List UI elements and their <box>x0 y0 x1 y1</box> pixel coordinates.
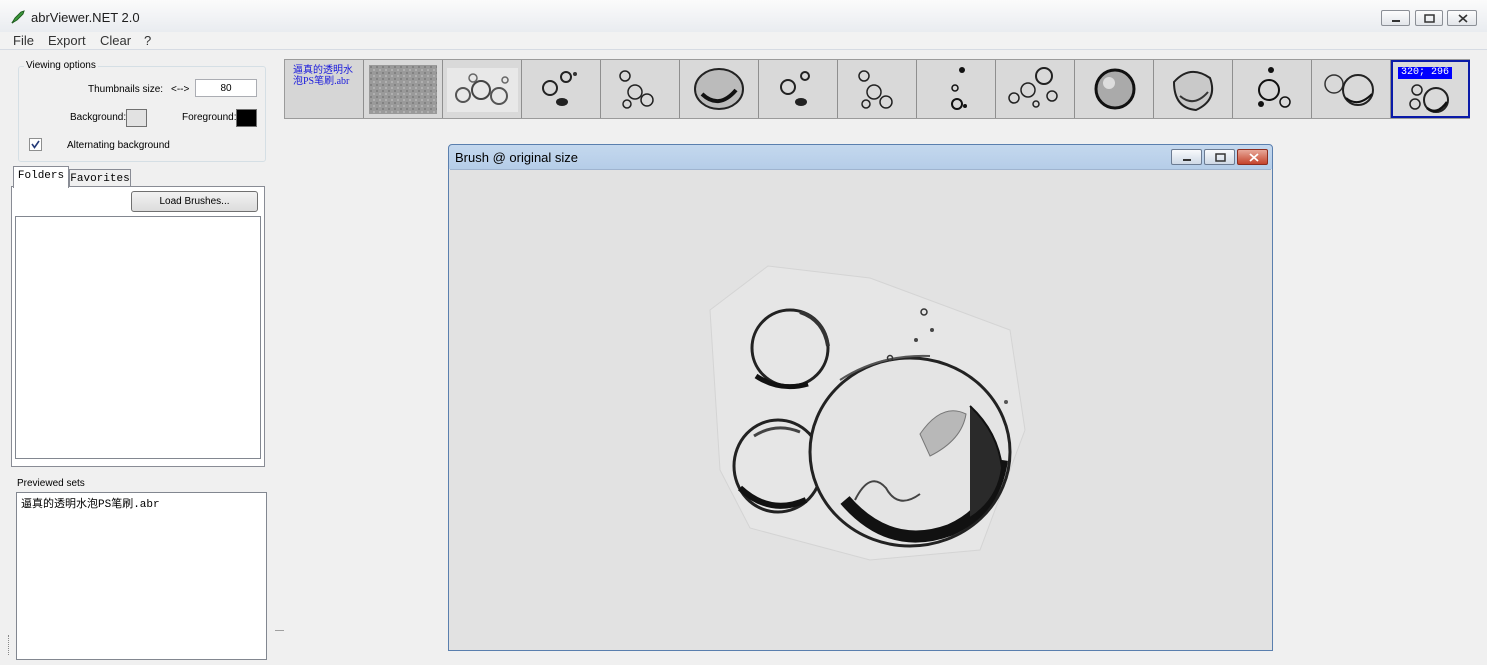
restore-icon <box>1424 14 1435 23</box>
thumb-size-arrows: <--> <box>171 84 190 95</box>
brush-preview <box>447 68 518 112</box>
thumbnail-brush-9[interactable] <box>996 60 1075 118</box>
thumbnail-brush-11[interactable] <box>1154 60 1233 118</box>
thumbnail-strip: 逼真的透明水泡PS笔刷.abr 320; 296 <box>284 59 1470 119</box>
alternating-background-checkbox[interactable] <box>29 138 42 151</box>
thumb-size-label: Thumbnails size: <box>88 84 164 95</box>
brush-size-badge: 320; 296 <box>1398 67 1453 79</box>
foreground-color-swatch[interactable] <box>236 109 257 127</box>
splitter-dots <box>8 635 10 655</box>
brush-preview-window: Brush @ original size <box>448 144 1273 651</box>
restore-icon <box>1215 153 1226 162</box>
menu-help[interactable]: ? <box>144 33 151 48</box>
thumbnail-brush-8[interactable] <box>917 60 996 118</box>
background-color-swatch[interactable] <box>126 109 147 127</box>
menu-export[interactable]: Export <box>48 33 86 48</box>
menu-clear[interactable]: Clear <box>100 33 131 48</box>
thumbnail-set-name[interactable]: 逼真的透明水泡PS笔刷.abr <box>285 60 364 118</box>
brush-canvas <box>450 169 1271 650</box>
background-label: Background: <box>70 112 127 123</box>
thumbnail-brush-6[interactable] <box>759 60 838 118</box>
brush-preview <box>951 67 967 110</box>
thumbnail-brush-1[interactable] <box>364 60 443 118</box>
brush-preview <box>369 65 437 114</box>
brush-preview <box>694 68 744 110</box>
tab-folders[interactable]: Folders <box>13 166 69 188</box>
brush-preview <box>542 71 577 106</box>
folders-list[interactable] <box>15 216 261 459</box>
menu-bar: File Export Clear ? <box>0 32 1487 50</box>
close-icon <box>1249 153 1259 162</box>
set-name-label: 逼真的透明水泡PS笔刷.abr <box>293 65 353 87</box>
viewing-options-title: Viewing options <box>24 60 98 71</box>
brush-preview <box>780 71 810 106</box>
splitter-mark <box>275 630 284 631</box>
thumbnail-brush-3[interactable] <box>522 60 601 118</box>
close-icon <box>1458 14 1468 23</box>
thumb-size-input[interactable] <box>195 79 257 97</box>
thumbnail-brush-selected[interactable]: 320; 296 <box>1391 60 1470 118</box>
thumbnail-brush-7[interactable] <box>838 60 917 118</box>
maximize-button[interactable] <box>1415 10 1443 26</box>
brush-window-title: Brush @ original size <box>455 150 579 165</box>
previewed-sets-title: Previewed sets <box>17 478 85 489</box>
pen-icon <box>11 10 25 24</box>
brush-preview <box>1172 71 1214 112</box>
thumbnail-brush-4[interactable] <box>601 60 680 118</box>
minimize-icon <box>1183 159 1191 161</box>
thumbnail-brush-12[interactable] <box>1233 60 1312 118</box>
list-item[interactable]: 逼真的透明水泡PS笔刷.abr <box>21 495 160 511</box>
brush-preview <box>1324 74 1374 106</box>
foreground-label: Foreground: <box>182 112 237 123</box>
brush-preview <box>1094 68 1136 110</box>
title-bar: abrViewer.NET 2.0 <box>0 0 1487 33</box>
thumbnail-brush-5[interactable] <box>680 60 759 118</box>
minimize-icon <box>1392 20 1400 22</box>
minimize-button[interactable] <box>1381 10 1410 26</box>
thumbnail-brush-2[interactable] <box>443 60 522 118</box>
alternating-background-label: Alternating background <box>67 140 170 151</box>
close-button[interactable] <box>1447 10 1477 26</box>
brush-preview <box>858 70 893 109</box>
thumbnail-brush-10[interactable] <box>1075 60 1154 118</box>
brush-window-maximize-button[interactable] <box>1204 149 1235 165</box>
load-brushes-button[interactable]: Load Brushes... <box>131 191 258 212</box>
menu-file[interactable]: File <box>13 33 34 48</box>
brush-preview <box>1008 67 1058 108</box>
thumbnail-brush-13[interactable] <box>1312 60 1391 118</box>
brush-window-close-button[interactable] <box>1237 149 1268 165</box>
checkmark-icon <box>31 140 40 149</box>
previewed-sets-list[interactable]: 逼真的透明水泡PS笔刷.abr <box>16 492 267 660</box>
window-title: abrViewer.NET 2.0 <box>31 10 140 25</box>
brush-window-minimize-button[interactable] <box>1171 149 1202 165</box>
brush-preview <box>1258 67 1291 108</box>
brush-image <box>709 265 1026 561</box>
brush-preview <box>619 70 654 109</box>
